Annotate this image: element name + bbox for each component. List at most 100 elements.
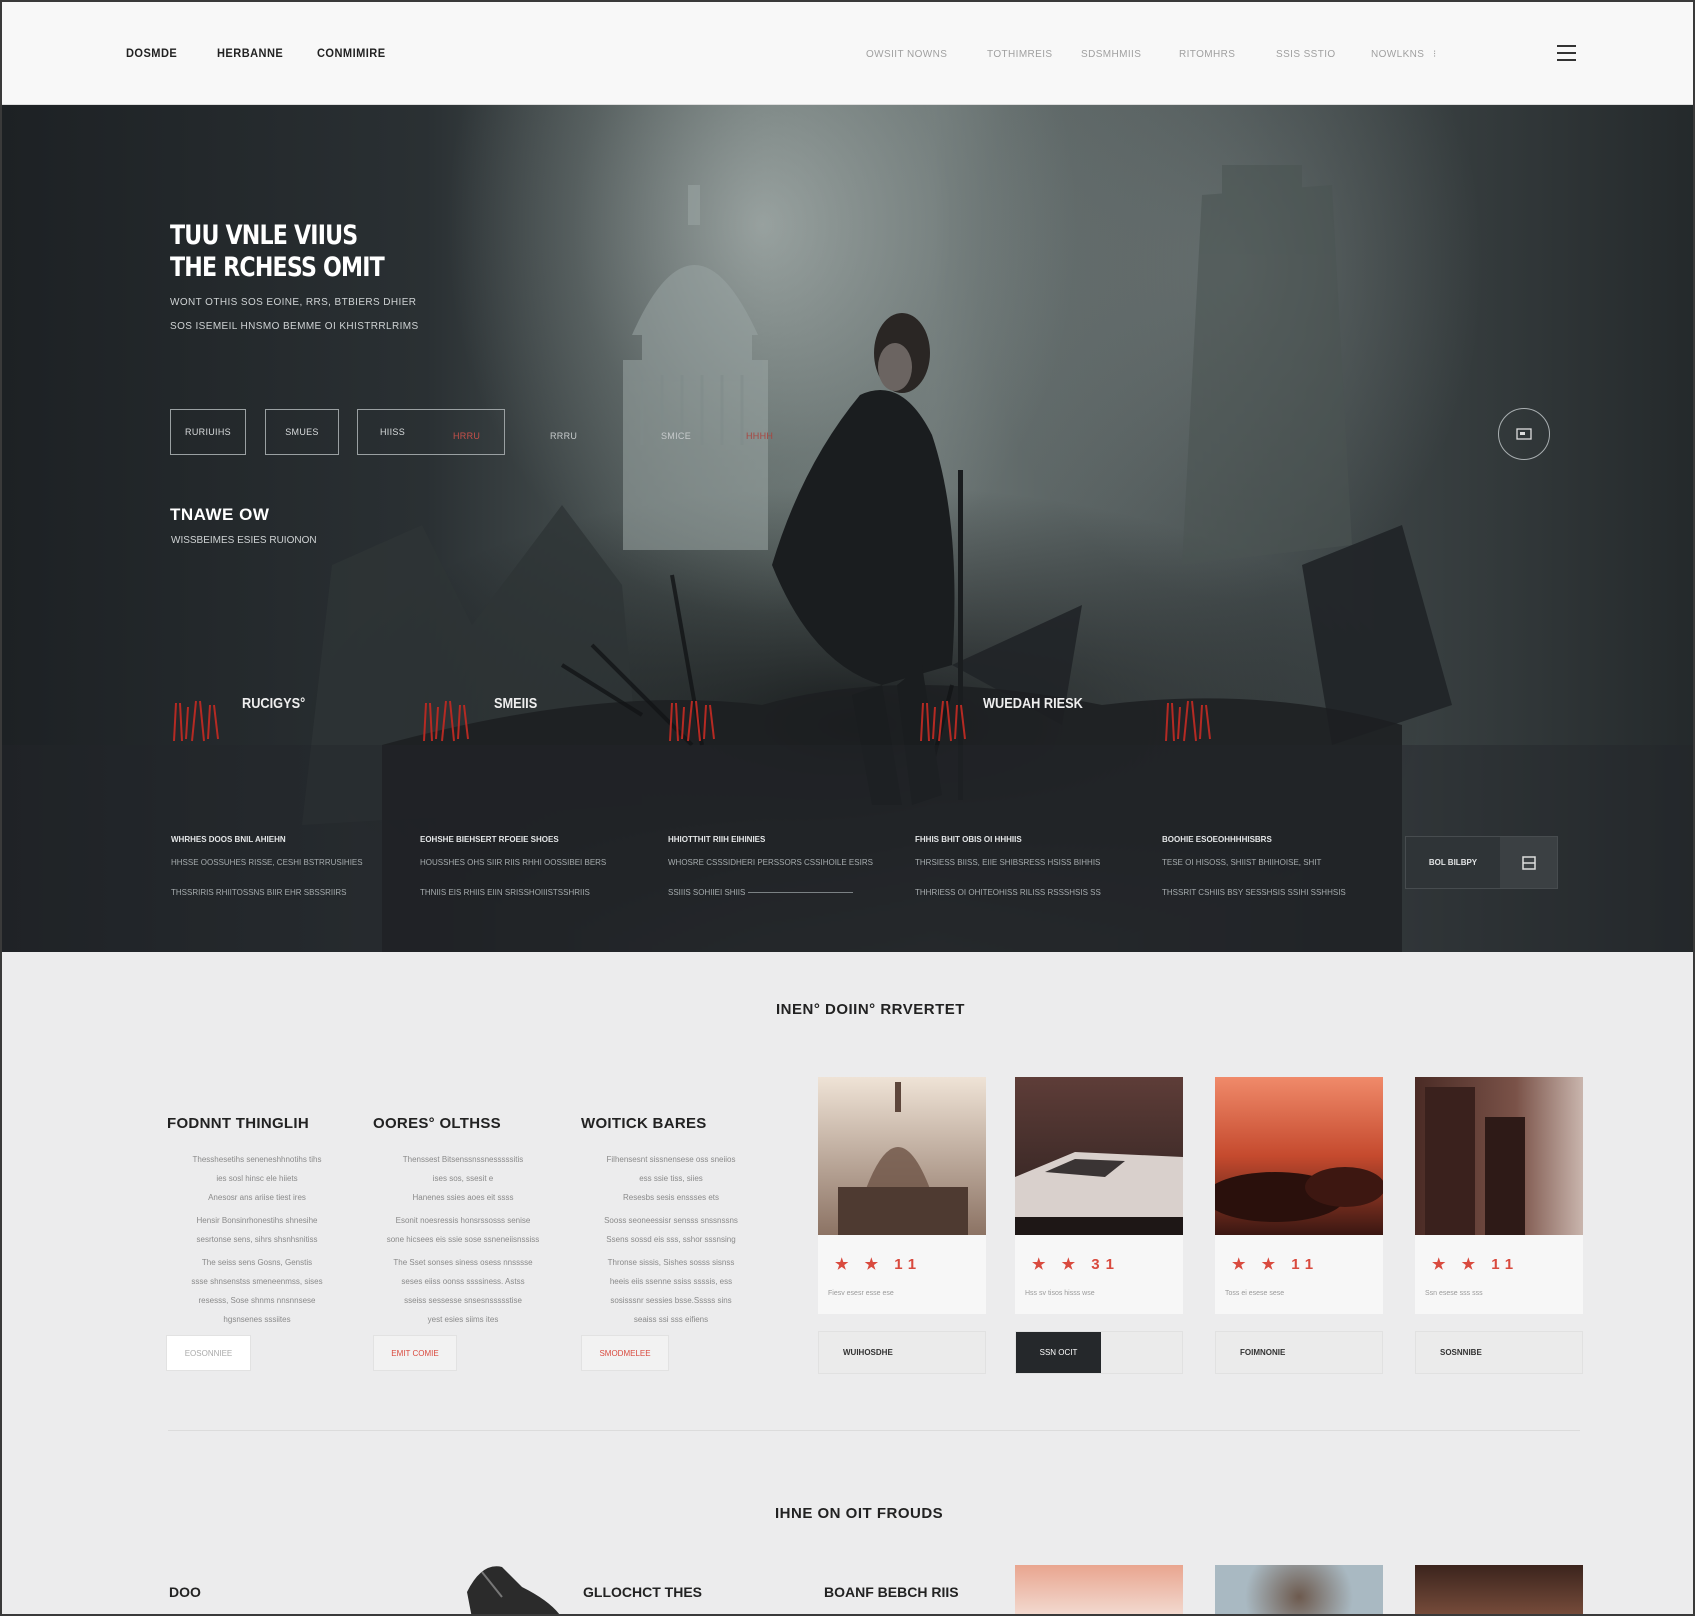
cta-label: BOL BILBPY (1428, 858, 1478, 867)
card-action-label: WUIHOSDHE (843, 1348, 893, 1357)
card-1[interactable]: ★ ★ 11 Fiesv esesr esse ese (818, 1077, 986, 1314)
figures-icon (1165, 700, 1211, 742)
card-action-label: FOIMNONIE (1240, 1348, 1286, 1357)
column-line: THRSIESS BIISS, EIIE SHIBSRESS HSISS BIH… (915, 858, 1101, 867)
card-1-action[interactable]: WUIHOSDHE (818, 1331, 986, 1374)
hamburger-menu-icon[interactable] (1557, 45, 1576, 63)
text-line: ess ssie tiss, siies (639, 1174, 703, 1183)
bottom-thumb-1 (1015, 1565, 1183, 1614)
text-line: heeis eiis ssenne ssiss ssssis, ess (609, 1277, 733, 1286)
column-title: EOHSHE BIEHSERT RFOEIE SHOES (420, 835, 559, 844)
text-column-3-button[interactable]: SMODMELEE (581, 1335, 669, 1371)
nav-right-link-2[interactable]: TOTHIMREIS (987, 49, 1052, 60)
text-line: sosisssnr sessies bsse.Sssss sins (610, 1296, 732, 1305)
column-line: TESE OI HISOSS, SHIIST BHIIHOISE, SHIT (1162, 858, 1322, 867)
text-line: Hanenes ssies aoes eit ssss (412, 1193, 514, 1202)
column-line-text: SSIIIS SOHIIEI SHIIS (668, 888, 746, 897)
hero-button-3[interactable]: HIISS (357, 409, 505, 455)
hero-column-1: WHRHES DOOS BNIL AHIEHN HHSSE OOSSUHES R… (171, 835, 386, 918)
text-line: resesss, Sose shnms nnsnnsese (198, 1296, 316, 1305)
hero-column-5: BOOHIE ESOEOHHHHISBRS TESE OI HISOSS, SH… (1162, 835, 1377, 918)
text-column-2-button[interactable]: EMIT COMIE (373, 1335, 457, 1371)
divider-line (747, 892, 853, 894)
text-line: Esonit noesressis honsrssosss senise (395, 1216, 531, 1225)
hero-ghost-link-2[interactable]: RRRU (550, 431, 577, 441)
text-line: ssse shnsenstss smeneenmss, sises (191, 1277, 323, 1286)
text-line: ises sos, ssesit e (432, 1174, 494, 1183)
text-line: Sooss seoneessisr sensss snssnssns (604, 1216, 738, 1225)
hero-round-button[interactable] (1498, 408, 1550, 460)
hero-cta-button[interactable]: BOL BILBPY (1405, 836, 1558, 889)
hero-ghost-link-4[interactable]: HHHH (746, 431, 773, 441)
hero-column-3: HHIOTTHIT RIIH EIHINIES WHOSRE CSSSIDHER… (668, 835, 883, 918)
card-4[interactable]: ★ ★ 11 Ssn esese sss sss (1415, 1077, 1583, 1314)
text-line: Ssens sossd eis sss, sshor sssnsing (606, 1235, 736, 1244)
card-3-action[interactable]: FOIMNONIE (1215, 1331, 1383, 1374)
section-divider (168, 1430, 1580, 1431)
bottom-heading-1: DOO (169, 1584, 201, 1600)
hero-title-line-2: THE RCHESS OMIT (170, 252, 385, 283)
card-action-label: SOSNNIBE (1440, 1348, 1482, 1357)
section-title-2: IHNE ON OIT FROUDS (775, 1505, 944, 1522)
card-icon (1516, 428, 1532, 440)
card-2[interactable]: ★ ★ 31 Hss sv tisos hisss wse (1015, 1077, 1183, 1314)
hero-section-heading: TNAWE OW (170, 505, 270, 524)
text-line: sone hicsees eis ssie sose ssneneiisnssi… (386, 1235, 540, 1244)
card-caption: Toss ei esese sese (1225, 1290, 1285, 1297)
nav-link-2[interactable]: HERBANNE (217, 46, 283, 60)
hero-section-subheading: WISSBEIMES ESIES RUIONON (171, 535, 317, 546)
text-column-1-button[interactable]: EOSONNIEE (166, 1335, 251, 1371)
hero-ghost-link-1[interactable]: HRRU (453, 431, 480, 441)
column-line: THHRIESS OI OHITEOHISS RILISS RSSSHSIS S… (915, 888, 1101, 897)
card-rating: ★ ★ 31 (1032, 1256, 1120, 1273)
figures-icon (920, 700, 966, 742)
card-rating: ★ ★ 11 (835, 1256, 923, 1273)
text-line: seaiss ssi sss eifiens (633, 1315, 709, 1324)
card-image (1215, 1077, 1383, 1235)
nav-right-link-1[interactable]: OWSIIT NOWNS (866, 49, 947, 60)
card-image (1015, 1077, 1183, 1235)
nav-link-3[interactable]: CONMIMIRE (317, 46, 386, 60)
nav-right-link-6[interactable]: NOWLKNS (1371, 49, 1424, 60)
column-title: BOOHIE ESOEOHHHHISBRS (1162, 835, 1272, 844)
card-3[interactable]: ★ ★ 11 Toss ei esese sese (1215, 1077, 1383, 1314)
text-line: sesrtonse sens, sihrs shsnhsnitiss (196, 1235, 318, 1244)
text-line: Anesosr ans ariise tiest ires (208, 1193, 306, 1202)
bottom-heading-3: BOANF BEBCH RIIS (824, 1584, 959, 1600)
card-2-action[interactable]: SSN OCIT (1015, 1331, 1183, 1374)
feature-2-label: SMEIIS (494, 695, 538, 712)
text-column-1: FODNNT THINGLIH Thesshesetihs seneneshhn… (167, 1115, 347, 1329)
text-line: sseiss sessesse snsesnssssstise (404, 1296, 522, 1305)
nav-link-1[interactable]: DOSMDE (126, 46, 177, 60)
hero-column-4: FHHIS BHIT OBIS OI HHHIIS THRSIESS BIISS… (915, 835, 1130, 918)
column-title: FHHIS BHIT OBIS OI HHHIIS (915, 835, 1022, 844)
nav-right-link-3[interactable]: SDSMHMIIS (1081, 49, 1141, 60)
text-line: Thesshesetihs seneneshhnotihs tihs (192, 1155, 322, 1164)
feature-1-label: RUCIGYS° (242, 695, 306, 712)
hero-section: TUU VNLE VIIUS THE RCHESS OMIT WONT OTHI… (2, 105, 1693, 952)
hero-button-2[interactable]: SMUES (265, 409, 339, 455)
nav-right-link-4[interactable]: RITOMHRS (1179, 49, 1235, 60)
text-line: ies sosl hinsc ele hiiets (216, 1174, 298, 1183)
figures-icon (173, 700, 219, 742)
column-title: HHIOTTHIT RIIH EIHINIES (668, 835, 766, 844)
nav-right-link-5[interactable]: SSIS SSTIO (1276, 49, 1336, 60)
text-column-heading: FODNNT THINGLIH (167, 1115, 309, 1132)
column-line: WHOSRE CSSSIDHERI PERSSORS CSSIHOILE ESI… (668, 858, 873, 867)
bottom-thumb-2 (1215, 1565, 1383, 1614)
hero-button-3-label: HIISS (380, 427, 406, 437)
feature-4-label: WUEDAH RIESK (983, 695, 1083, 712)
card-4-action[interactable]: SOSNNIBE (1415, 1331, 1583, 1374)
text-line: Filhensesnt sissnensese oss sneiios (606, 1155, 736, 1164)
text-line: Thronse sissis, Sishes sosss sisnss (607, 1258, 735, 1267)
text-line: yest esies siims ites (427, 1315, 499, 1324)
hero-button-1[interactable]: RURIUIHS (170, 409, 246, 455)
card-action-label: SSN OCIT (1016, 1332, 1101, 1373)
column-line: THNIIS EIS RHIIS EIIN SRISSHOIIISTSSHRII… (420, 888, 590, 897)
figures-icon (669, 700, 715, 742)
column-line: HOUSSHES OHS SIIR RIIS RHHI OOSSIBEI BER… (420, 858, 607, 867)
shoe-image (462, 1557, 572, 1614)
column-line: SSIIIS SOHIIEI SHIIS (668, 888, 883, 897)
hero-ghost-link-3[interactable]: SMICE (661, 431, 691, 441)
hero-column-2: EOHSHE BIEHSERT RFOEIE SHOES HOUSSHES OH… (420, 835, 635, 918)
